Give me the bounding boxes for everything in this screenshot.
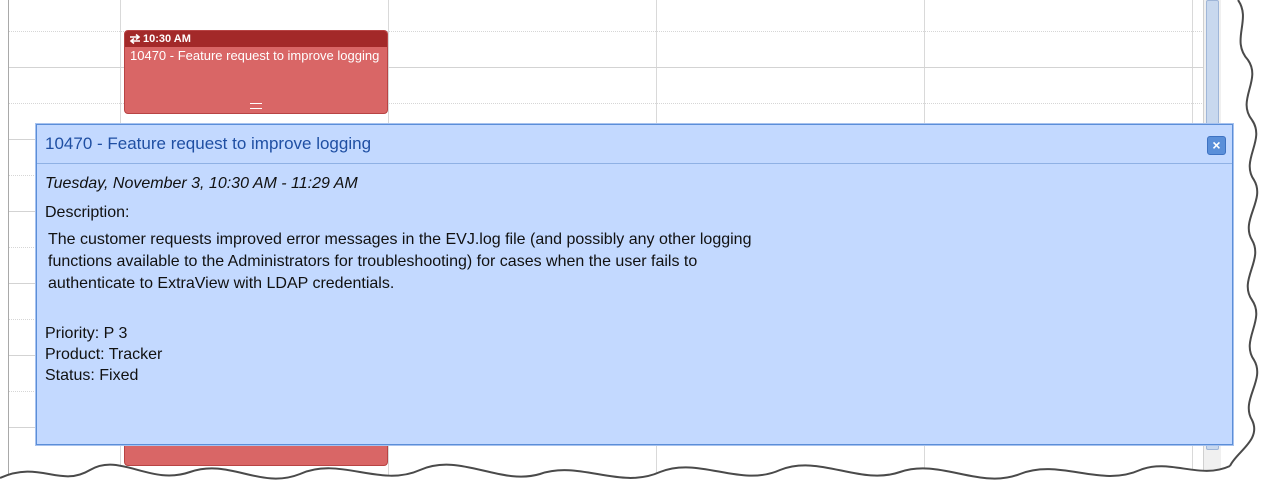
close-button[interactable]: × xyxy=(1207,136,1226,155)
product-field: Product: Tracker xyxy=(45,346,163,363)
popup-title: 10470 - Feature request to improve loggi… xyxy=(45,134,372,153)
description-line: The customer requests improved error mes… xyxy=(48,231,752,248)
description-line: functions available to the Administrator… xyxy=(48,253,698,270)
description-line: authenticate to ExtraView with LDAP cred… xyxy=(48,275,395,292)
event-detail-popup: 10470 - Feature request to improve loggi… xyxy=(36,124,1233,445)
event-description: The customer requests improved error mes… xyxy=(45,229,1108,295)
priority-field: Priority: P 3 xyxy=(45,325,128,342)
popup-header: 10470 - Feature request to improve loggi… xyxy=(37,125,1232,164)
status-field: Status: Fixed xyxy=(45,367,139,384)
event-title: 10470 - Feature request to improve loggi… xyxy=(130,48,380,63)
recurring-arrow-icon xyxy=(129,34,141,44)
event-header: 10:30 AM xyxy=(125,31,387,47)
event-date-range: Tuesday, November 3, 10:30 AM - 11:29 AM xyxy=(45,175,358,192)
calendar-event[interactable]: 10:30 AM 10470 - Feature request to impr… xyxy=(124,30,388,114)
close-icon: × xyxy=(1212,137,1221,153)
description-label: Description: xyxy=(45,204,130,221)
resize-handle-icon[interactable] xyxy=(250,103,262,109)
event-time: 10:30 AM xyxy=(143,33,191,45)
